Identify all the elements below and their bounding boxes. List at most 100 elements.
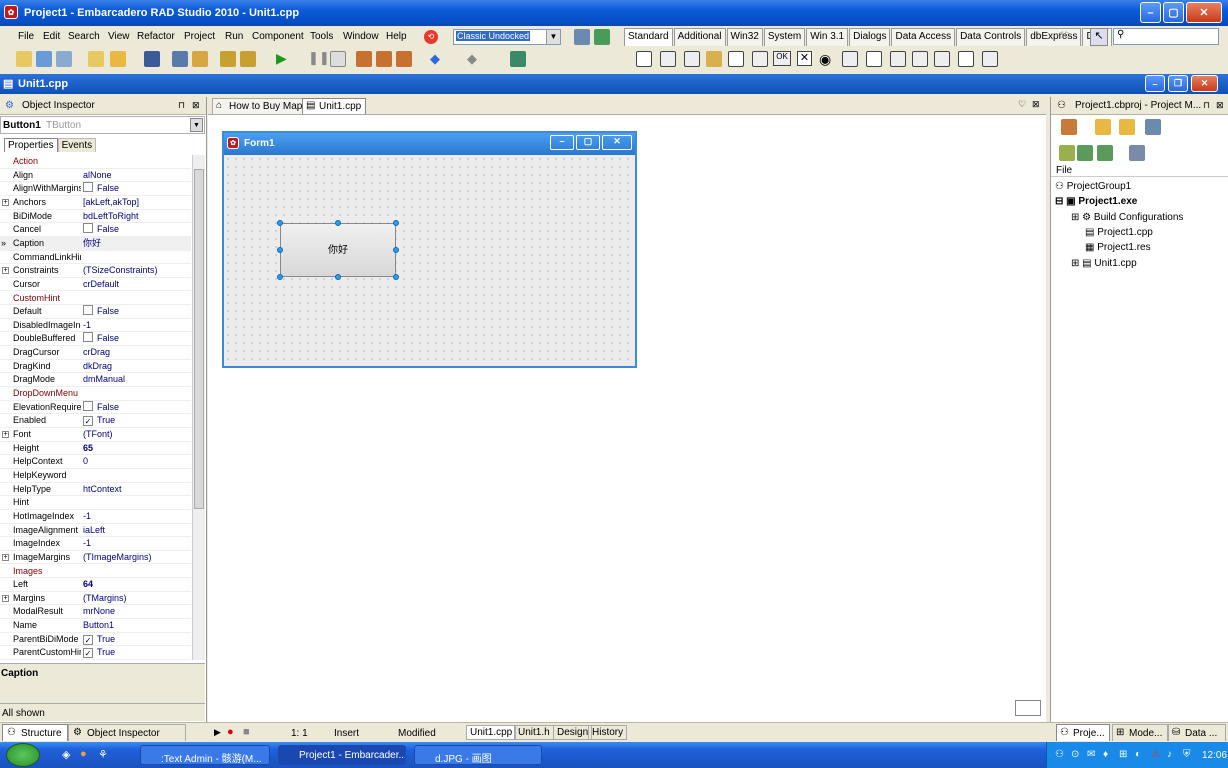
checkbox[interactable] [83,182,93,193]
menu-search[interactable]: Search [68,31,100,42]
maximize-button[interactable]: ▢ [1163,2,1184,23]
expand-toggle-icon[interactable]: + [2,594,9,602]
palette-tab-additional[interactable]: Additional [673,28,726,46]
quicklaunch-firefox-icon[interactable]: ● [80,748,87,760]
resize-handle-n[interactable] [335,220,341,226]
property-value[interactable]: False [83,182,191,195]
property-value[interactable]: mrNone [83,605,191,618]
menu-project[interactable]: Project [184,31,215,42]
property-row[interactable]: ElevationRequired False [0,400,191,415]
save-icon[interactable] [144,51,160,67]
pin-icon[interactable]: ⊓ [1203,100,1210,111]
property-row[interactable]: Default False [0,305,191,319]
property-value[interactable]: ✓ True [83,646,191,659]
tab-model-view[interactable]: ⊞ Mode... [1112,724,1168,741]
chevron-down-icon[interactable]: ▼ [190,118,203,132]
property-row[interactable]: DragMode dmManual [0,373,191,388]
save-all-icon[interactable] [172,51,188,67]
tree-project-exe[interactable]: ⊟ ▣ Project1.exe [1055,196,1137,207]
property-value[interactable]: -1 [83,319,191,332]
forward-icon[interactable]: ◆ [467,51,477,67]
tlabel-icon[interactable] [706,51,722,67]
desktop-set-icon[interactable] [594,29,610,45]
tray-alert-icon[interactable]: ⚠ [1151,749,1160,760]
tpopupmenu-icon[interactable] [684,51,700,67]
stop-icon[interactable] [330,51,346,67]
step-over-icon[interactable] [376,51,392,67]
component-selector[interactable]: Button1 TButton ▼ [0,116,205,134]
editor-restore-button[interactable]: ❐ [1168,75,1188,92]
property-value[interactable]: bdLeftToRight [83,210,191,223]
panel-close-icon[interactable]: ⊠ [192,100,200,111]
property-row[interactable]: + Anchors [akLeft,akTop] [0,196,191,210]
menu-file[interactable]: File [18,31,34,42]
palette-tab-standard[interactable]: Standard [624,28,673,46]
property-row[interactable]: BiDiMode bdLeftToRight [0,210,191,224]
property-grid-scrollbar[interactable] [192,155,205,660]
tscrollbar-icon[interactable] [890,51,906,67]
open-project-icon[interactable] [110,51,126,67]
back-icon[interactable]: ◆ [430,51,440,67]
tree-build-configurations[interactable]: ⊞ ⚙ Build Configurations [1071,212,1183,223]
add-to-project-icon[interactable] [220,51,236,67]
expand-toggle-icon[interactable]: + [2,267,9,275]
property-row[interactable]: CustomHint [0,292,191,306]
menu-component[interactable]: Component [252,31,304,42]
expand-icon[interactable] [1077,145,1093,161]
property-value[interactable]: iaLeft [83,524,191,537]
tree-unit1-cpp[interactable]: ⊞ ▤ Unit1.cpp [1071,258,1137,269]
menu-help[interactable]: Help [386,31,407,42]
resize-handle-sw[interactable] [277,274,283,280]
property-value[interactable]: False [83,400,191,414]
chevron-down-icon[interactable]: ▼ [546,30,560,44]
property-value[interactable]: ✓ True [83,414,191,427]
tradiogroup-icon[interactable] [934,51,950,67]
app-icon[interactable]: ✿ [4,5,18,19]
start-button[interactable] [6,743,40,767]
help-book-icon[interactable] [510,51,526,67]
property-row[interactable]: Enabled ✓ True [0,414,191,428]
expand-toggle-icon[interactable]: ⊞ [1071,258,1082,269]
tab-project-manager[interactable]: ⚇ Proje... [1056,724,1110,741]
resize-handle-ne[interactable] [393,220,399,226]
property-row[interactable]: AlignWithMargins False [0,182,191,196]
tree-project-cpp[interactable]: ▤ Project1.cpp [1085,227,1153,238]
menu-view[interactable]: View [108,31,130,42]
property-row[interactable]: ParentCustomHint ✓ True [0,646,191,660]
property-value[interactable]: False [83,305,191,318]
task-rad-studio[interactable]: Project1 - Embarcader... [278,745,406,765]
expand-toggle-icon[interactable]: + [2,553,9,561]
tcheckbox-icon[interactable]: ✕ [797,51,812,66]
tray-icon-3[interactable]: ✉ [1087,749,1095,760]
property-value[interactable]: (TMargins) [83,592,191,605]
property-value[interactable]: -1 [83,537,191,550]
property-value[interactable]: 0 [83,455,191,468]
property-value[interactable]: Button1 [83,619,191,632]
property-row[interactable]: CommandLinkHint [0,251,191,265]
property-value[interactable]: crDrag [83,346,191,359]
tab-close-icon[interactable]: ⊠ [1032,99,1040,110]
tray-icon-5[interactable]: ⊞ [1119,749,1127,760]
tab-list-icon[interactable]: ♡ [1018,99,1026,110]
macro-record-icon[interactable]: ● [227,726,234,738]
open-icon[interactable] [88,51,104,67]
property-row[interactable]: HotImageIndex -1 [0,510,191,524]
tab-history[interactable]: History [588,725,628,740]
property-row[interactable]: Name Button1 [0,619,191,633]
property-value[interactable]: (TSizeConstraints) [83,264,191,277]
quicklaunch-desktop-icon[interactable]: ◈ [62,748,70,761]
property-row[interactable]: DragCursor crDrag [0,346,191,360]
task-paint[interactable]: d.JPG - 画图 [414,745,542,765]
remove-from-project-icon[interactable] [240,51,256,67]
property-row[interactable]: + Constraints (TSizeConstraints) [0,264,191,278]
property-row[interactable]: Action [0,155,191,169]
property-row[interactable]: ImageAlignment iaLeft [0,524,191,538]
tbutton-icon[interactable]: OK [773,51,791,66]
tab-data-explorer[interactable]: ⛁ Data ... [1168,724,1226,741]
property-row[interactable]: HelpKeyword [0,469,191,483]
tab-unit1-h[interactable]: Unit1.h [514,725,554,740]
macro-stop-icon[interactable]: ■ [243,726,250,738]
pointer-icon[interactable]: ↖ [1090,28,1108,46]
palette-tab-win31[interactable]: Win 3.1 [806,28,849,46]
tab-unit1-cpp-view[interactable]: Unit1.cpp [466,725,517,740]
